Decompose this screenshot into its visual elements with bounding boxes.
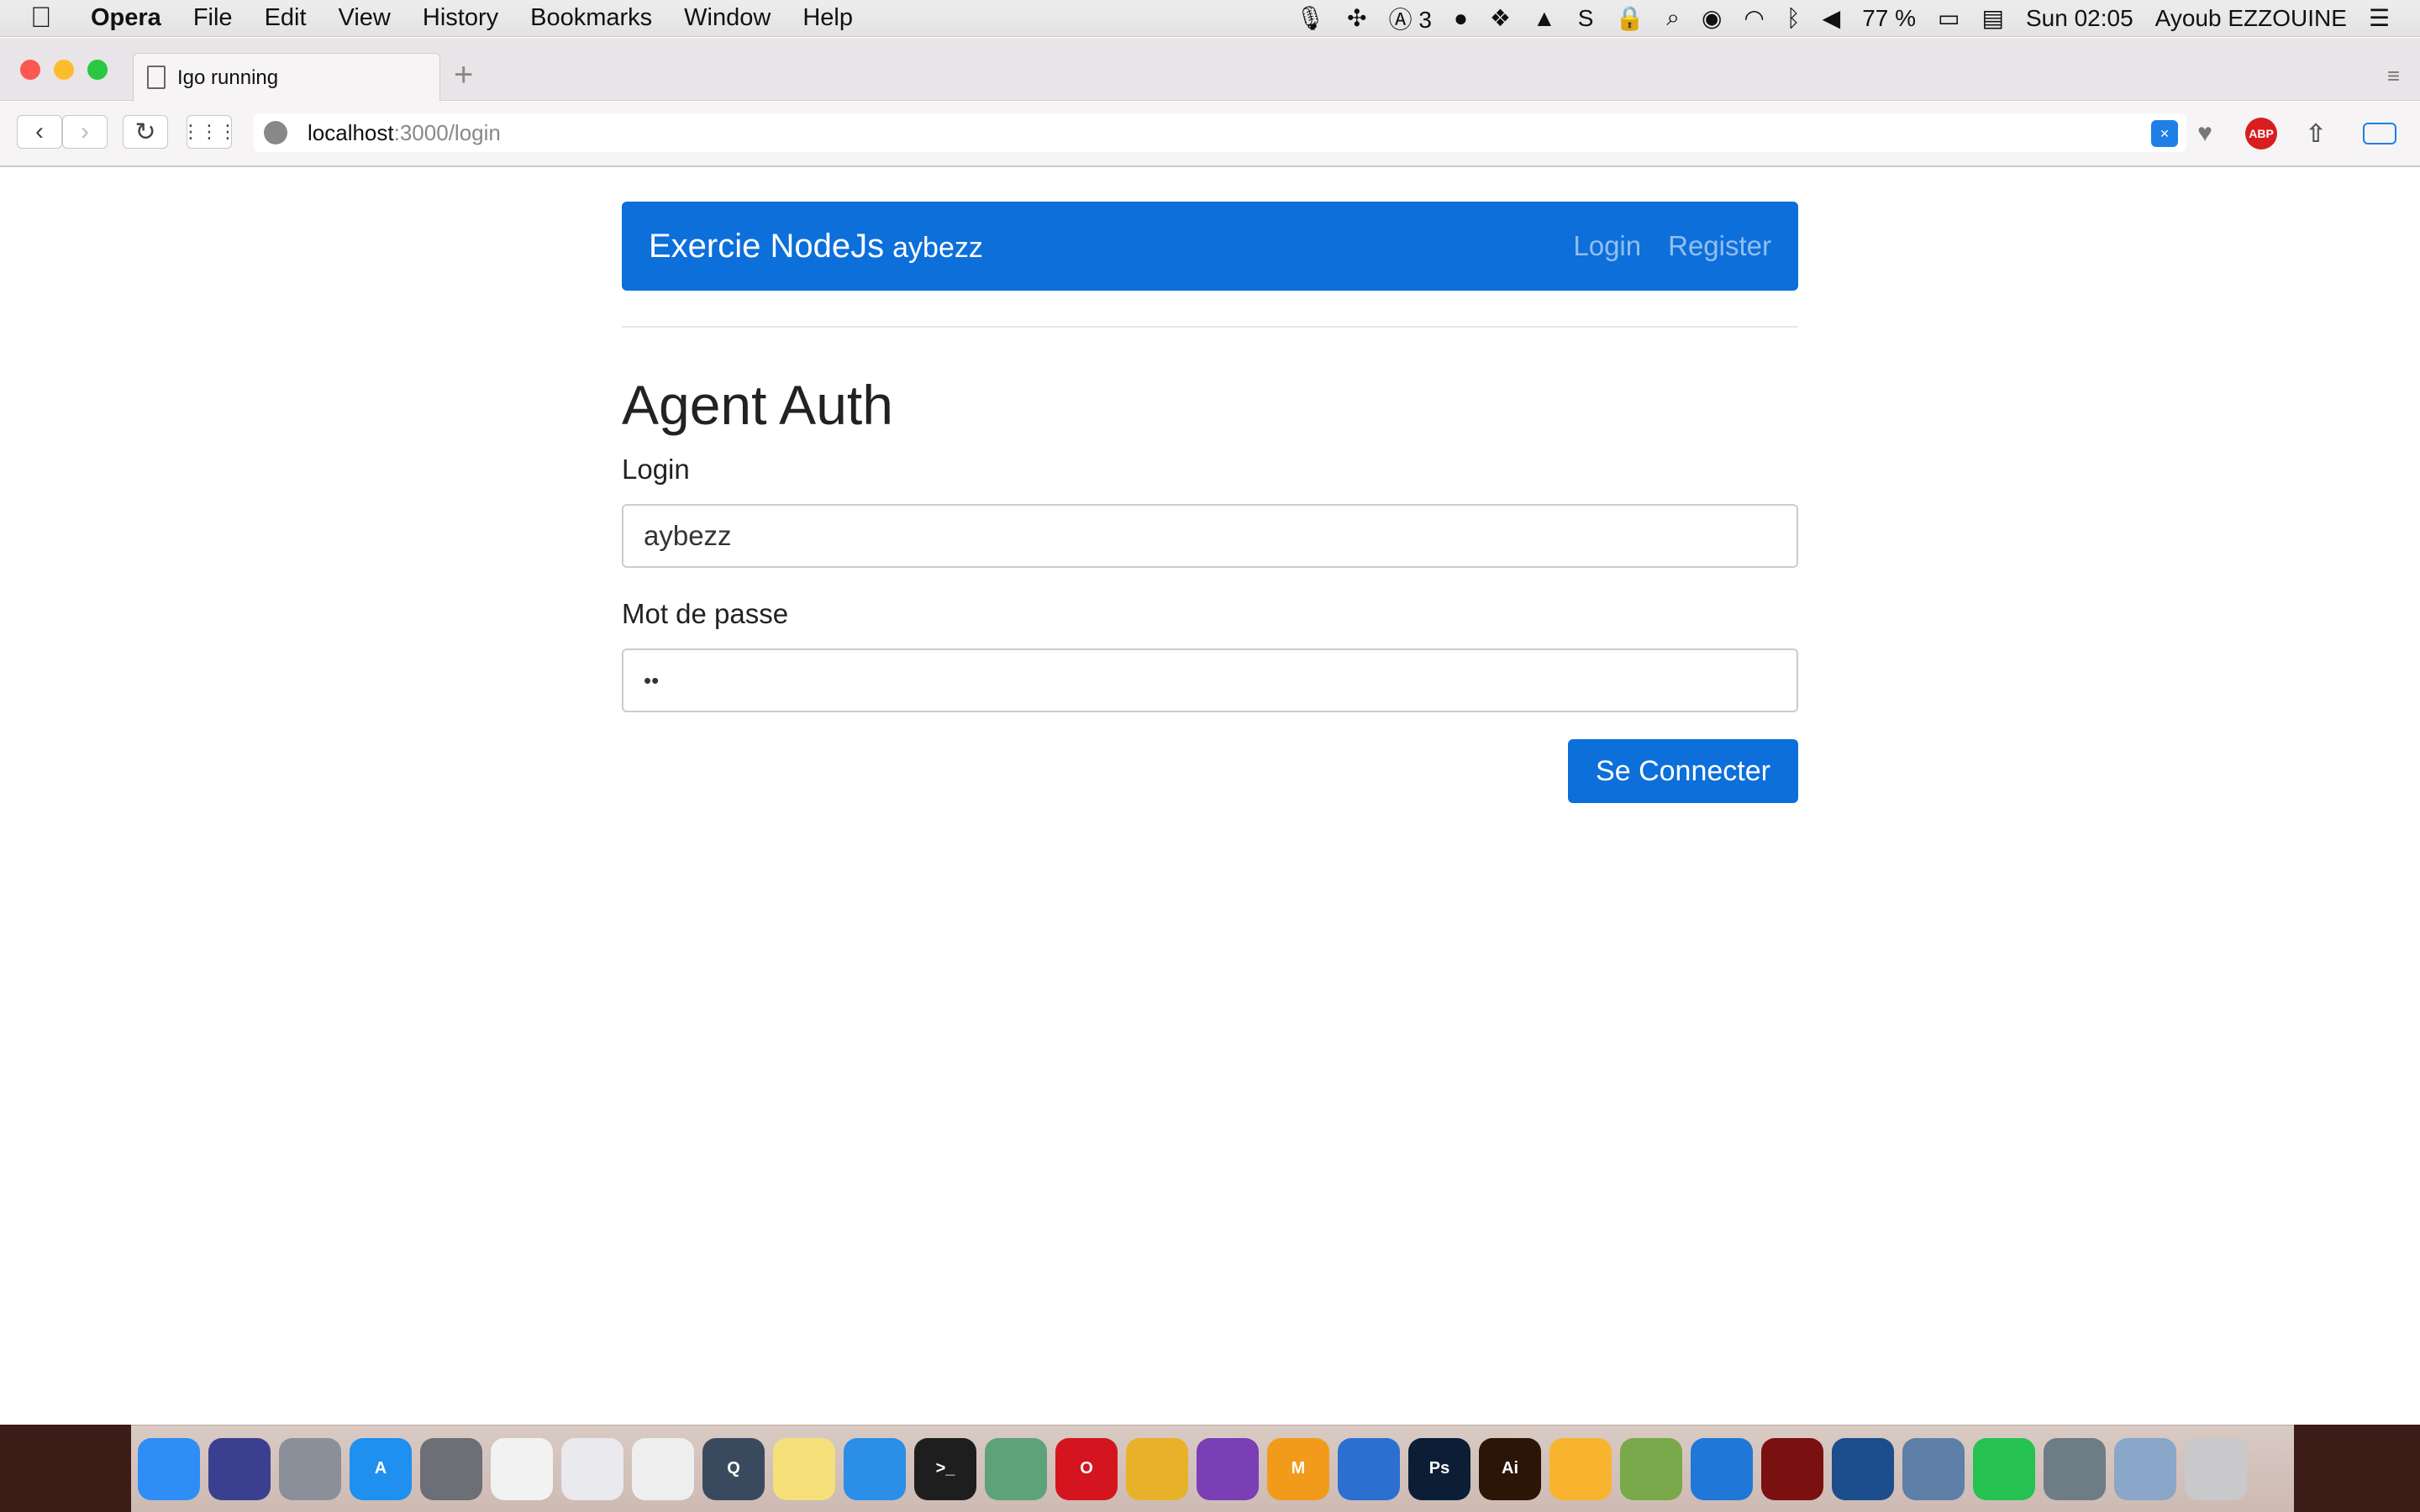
quicktime-icon[interactable]: Q	[702, 1437, 765, 1500]
tab-menu-icon[interactable]: ≡	[2387, 63, 2400, 89]
site-info-icon[interactable]	[264, 121, 287, 144]
address-bar-row: ‹ › ↻ ⋮⋮⋮ localhost:3000/login ✕ ♥ ABP ⇧	[0, 102, 2420, 167]
adblock-label: ABP	[2249, 127, 2274, 140]
finder-icon[interactable]	[138, 1437, 200, 1500]
adobe-status-icon[interactable]: Ⓐ 3	[1389, 2, 1432, 35]
submit-button[interactable]: Se Connecter	[1568, 739, 1798, 803]
sketch-icon[interactable]	[1549, 1437, 1612, 1500]
teamviewer-icon[interactable]	[1691, 1437, 1753, 1500]
menu-bar:  Opera File Edit View History Bookmarks…	[0, 0, 2420, 37]
nav-register-link[interactable]: Register	[1668, 230, 1771, 262]
terminal-icon[interactable]: >_	[914, 1437, 976, 1500]
document-icon	[147, 66, 166, 89]
acrobat-icon[interactable]	[1761, 1437, 1823, 1500]
bluetooth-icon[interactable]: ᛒ	[1786, 5, 1801, 32]
status-count: 3	[1418, 6, 1432, 33]
chrome-icon[interactable]	[1126, 1437, 1188, 1500]
lock-icon[interactable]: 🔒	[1615, 4, 1644, 32]
clock[interactable]: Sun 02:05	[2026, 5, 2133, 32]
brand[interactable]: Exercie NodeJs aybezz	[649, 228, 983, 265]
new-tab-button[interactable]: +	[454, 56, 473, 94]
launchpad-icon[interactable]	[279, 1437, 341, 1500]
pinwheel-icon[interactable]: ✣	[1347, 4, 1366, 32]
page-title: Agent Auth	[622, 374, 893, 436]
browser-tab[interactable]: Igo running	[133, 53, 440, 102]
drive-icon[interactable]: ▲	[1533, 5, 1556, 32]
s-app-icon[interactable]: S	[1578, 5, 1594, 32]
app-menu[interactable]: Opera	[91, 4, 161, 32]
itunes-icon[interactable]	[561, 1437, 623, 1500]
app-store-icon[interactable]: A	[350, 1437, 412, 1500]
menu-file[interactable]: File	[193, 4, 233, 32]
reload-button[interactable]: ↻	[123, 115, 168, 149]
forward-button[interactable]: ›	[62, 115, 108, 149]
close-window-button[interactable]	[20, 60, 40, 80]
notification-center-icon[interactable]: ☰	[2369, 4, 2390, 32]
login-label: Login	[622, 454, 690, 485]
dropbox-icon[interactable]: ❖	[1490, 4, 1511, 32]
wifi-icon[interactable]: ◠	[1744, 4, 1764, 32]
menu-view[interactable]: View	[339, 4, 391, 32]
minimize-window-button[interactable]	[54, 60, 74, 80]
url-host: localhost	[308, 119, 394, 145]
compass-icon[interactable]	[1197, 1437, 1259, 1500]
siri-icon[interactable]	[208, 1437, 271, 1500]
trash-icon[interactable]	[2185, 1437, 2247, 1500]
maximize-window-button[interactable]	[87, 60, 108, 80]
tab-bar: Igo running + ≡	[0, 38, 2420, 102]
brand-user: aybezz	[892, 231, 983, 264]
menu-history[interactable]: History	[423, 4, 498, 32]
volume-icon[interactable]: ◀	[1823, 4, 1841, 32]
siri-menu-icon[interactable]: ◉	[1702, 4, 1722, 32]
preview-icon[interactable]	[1902, 1437, 1965, 1500]
back-button[interactable]: ‹	[17, 115, 62, 149]
grid-app-icon[interactable]	[491, 1437, 553, 1500]
brand-name: Exercie NodeJs	[649, 227, 885, 265]
menu-bookmarks[interactable]: Bookmarks	[530, 4, 652, 32]
adblock-icon[interactable]: ABP	[2245, 118, 2277, 150]
bracket-app-icon[interactable]	[1338, 1437, 1400, 1500]
tab-title: Igo running	[177, 66, 279, 89]
illustrator-icon[interactable]: Ai	[1479, 1437, 1541, 1500]
navbar: Exercie NodeJs aybezz Login Register	[622, 202, 1798, 291]
flag-icon[interactable]: ▤	[1982, 4, 2004, 32]
share-icon[interactable]: ⇧	[2302, 120, 2329, 148]
textedit-icon[interactable]	[632, 1437, 694, 1500]
battery-percent[interactable]: 77 %	[1862, 5, 1916, 32]
login-input[interactable]: aybezz	[622, 504, 1798, 568]
mr-app-icon[interactable]: M	[1267, 1437, 1329, 1500]
apple-menu-icon[interactable]: 	[30, 2, 81, 34]
heart-icon[interactable]: ♥	[2191, 119, 2218, 147]
system-preferences-icon[interactable]	[420, 1437, 482, 1500]
url-path: :3000/login	[393, 119, 501, 145]
speed-dial-button[interactable]: ⋮⋮⋮	[182, 115, 237, 149]
virtualbox-icon[interactable]	[1832, 1437, 1894, 1500]
safari-icon[interactable]	[844, 1437, 906, 1500]
android-studio-icon[interactable]	[1620, 1437, 1682, 1500]
shield-icon[interactable]: ✕	[2151, 120, 2178, 147]
menu-window[interactable]: Window	[684, 4, 771, 32]
opera-icon[interactable]: O	[1055, 1437, 1118, 1500]
spotlight-search-icon[interactable]: ⌕	[1666, 4, 1680, 32]
sequel-icon[interactable]	[2044, 1437, 2106, 1500]
menu-help[interactable]: Help	[802, 4, 853, 32]
notes-icon[interactable]	[773, 1437, 835, 1500]
web-page: Exercie NodeJs aybezz Login Register Agen…	[0, 168, 2420, 1425]
nav-login-link[interactable]: Login	[1573, 230, 1641, 262]
hat-icon[interactable]: ●	[1454, 5, 1468, 32]
user-name[interactable]: Ayoub EZZOUINE	[2155, 5, 2347, 32]
divider	[622, 326, 1798, 328]
password-input[interactable]: ••	[622, 648, 1798, 712]
photoshop-icon[interactable]: Ps	[1408, 1437, 1470, 1500]
battery-icon: ▭	[1938, 5, 1960, 31]
password-label: Mot de passe	[622, 598, 789, 629]
whatsapp-icon[interactable]	[1973, 1437, 2035, 1500]
dock: A Q >_ O M Ps Ai	[131, 1425, 2294, 1512]
battery-saver-icon[interactable]	[2363, 123, 2396, 144]
atom-icon[interactable]	[985, 1437, 1047, 1500]
url-field[interactable]: localhost:3000/login	[254, 113, 2186, 152]
menu-edit[interactable]: Edit	[265, 4, 307, 32]
microphone-icon[interactable]: 🎙	[1296, 4, 1326, 32]
image-app-icon[interactable]	[2114, 1437, 2176, 1500]
